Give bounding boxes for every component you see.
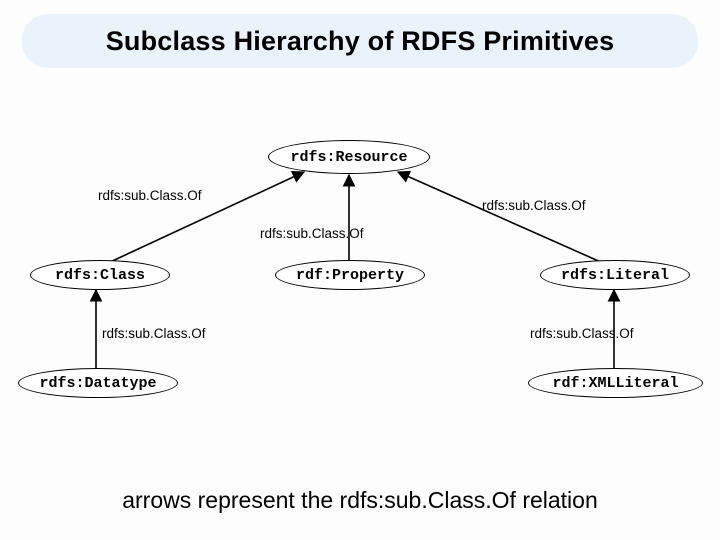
node-property: rdf:Property (275, 260, 425, 290)
edge-label-datatype-class: rdfs:sub.Class.Of (102, 326, 206, 341)
node-label: rdfs:Datatype (39, 375, 156, 392)
edge-label-property-resource: rdfs:sub.Class.Of (260, 226, 364, 241)
caption: arrows represent the rdfs:sub.Class.Of r… (0, 487, 720, 514)
node-resource: rdfs:Resource (268, 140, 430, 174)
title-banner: Subclass Hierarchy of RDFS Primitives (22, 14, 698, 68)
edge-label-literal-resource: rdfs:sub.Class.Of (482, 198, 586, 213)
node-label: rdf:Property (296, 267, 404, 284)
node-label: rdfs:Class (55, 267, 145, 284)
node-xmlliteral: rdf:XMLLiteral (528, 368, 703, 398)
node-datatype: rdfs:Datatype (18, 368, 178, 398)
node-class: rdfs:Class (30, 260, 170, 290)
node-literal: rdfs:Literal (540, 260, 690, 290)
edge-label-class-resource: rdfs:sub.Class.Of (98, 188, 202, 203)
node-label: rdfs:Literal (561, 267, 669, 284)
page-title: Subclass Hierarchy of RDFS Primitives (106, 26, 615, 57)
edge-label-xmlliteral-literal: rdfs:sub.Class.Of (530, 326, 634, 341)
node-label: rdf:XMLLiteral (552, 375, 678, 392)
node-label: rdfs:Resource (290, 149, 407, 166)
